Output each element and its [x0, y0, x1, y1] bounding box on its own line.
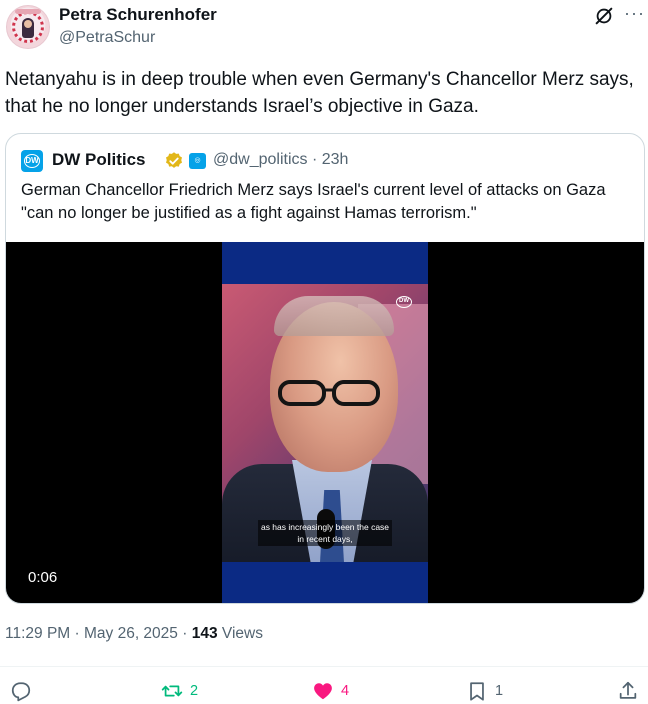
action-bar: 2 4 1 [0, 678, 648, 704]
video-player[interactable]: DW as has increasingly been the case in … [6, 242, 644, 603]
like-count: 4 [341, 683, 350, 699]
hair [274, 296, 394, 336]
like-button[interactable]: 4 [312, 680, 349, 702]
quoted-tweet-text: German Chancellor Friedrich Merz says Is… [21, 181, 606, 222]
reply-icon [11, 682, 31, 702]
retweet-icon [161, 685, 183, 697]
meta-separator: · [182, 625, 192, 642]
reply-button[interactable] [10, 680, 39, 702]
quoted-tweet-header: DW DW Politics ◎ @dw_politics · 23h [21, 150, 631, 172]
views-label: Views [221, 625, 263, 642]
video-duration: 0:06 [28, 569, 58, 586]
tweet-time[interactable]: 11:29 PM [5, 625, 70, 642]
quoted-handle-time[interactable]: @dw_politics · 23h [213, 151, 348, 169]
video-subtitle: as has increasingly been the case in rec… [258, 520, 392, 546]
meta-separator: · [74, 625, 84, 642]
more-options-icon[interactable]: ··· [624, 2, 645, 24]
dw-logo-text: DW [24, 154, 40, 168]
bookmark-button[interactable]: 1 [466, 680, 503, 702]
glasses [278, 380, 380, 406]
avatar-face [24, 20, 32, 28]
quoted-tweet[interactable]: DW DW Politics ◎ @dw_politics · 23h Germ… [5, 133, 645, 604]
dw-watermark: DW [396, 296, 412, 308]
verified-badge-icon [166, 152, 182, 168]
quoted-display-name[interactable]: DW Politics [52, 150, 146, 170]
author-handle[interactable]: @PetraSchur [59, 29, 155, 47]
avatar[interactable] [6, 5, 50, 49]
heart-icon [314, 683, 332, 700]
quoted-avatar[interactable]: DW [21, 150, 43, 172]
tweet-header: Petra Schurenhofer @PetraSchur ··· [0, 0, 648, 56]
subtitle-line-1: as has increasingly been the case [260, 522, 390, 532]
affiliate-badge-icon: ◎ [189, 153, 206, 169]
share-icon [619, 681, 637, 699]
divider [0, 666, 648, 667]
tweet-text: Netanyahu is in deep trouble when even G… [5, 69, 634, 117]
share-button[interactable] [617, 680, 639, 702]
avatar-banner [15, 9, 41, 14]
views-count: 143 [191, 625, 218, 642]
retweet-button[interactable]: 2 [161, 680, 198, 702]
tweet-date[interactable]: May 26, 2025 [84, 625, 178, 642]
bookmark-icon [470, 682, 484, 701]
author-display-name[interactable]: Petra Schurenhofer [59, 5, 217, 25]
retweet-count: 2 [190, 683, 199, 699]
video-frame: DW as has increasingly been the case in … [222, 242, 428, 603]
tweet-meta: 11:29 PM · May 26, 2025 · 143 Views [5, 625, 263, 643]
subtitle-line-2: in recent days, [297, 534, 353, 544]
grok-icon[interactable] [593, 5, 615, 27]
bookmark-count: 1 [495, 683, 504, 699]
